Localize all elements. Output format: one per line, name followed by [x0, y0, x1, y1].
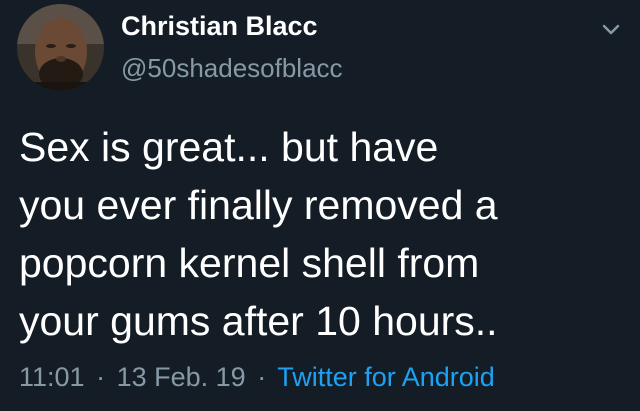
avatar[interactable] — [17, 4, 104, 91]
avatar-photo-icon — [17, 4, 104, 91]
tweet-card: Christian Blacc @50shadesofblacc Sex is … — [0, 0, 640, 411]
tweet-text-line: you ever finally removed a — [19, 182, 498, 228]
tweet-meta: 11:01 · 13 Feb. 19 · Twitter for Android — [19, 362, 495, 393]
tweet-source-link[interactable]: Twitter for Android — [277, 362, 495, 392]
tweet-menu-button[interactable] — [598, 17, 624, 43]
display-name[interactable]: Christian Blacc — [121, 11, 318, 42]
tweet-text-line: popcorn kernel shell from — [19, 240, 480, 286]
meta-separator: · — [96, 362, 106, 392]
tweet-text-line: your gums after 10 hours.. — [19, 298, 498, 344]
tweet-time[interactable]: 11:01 — [19, 362, 85, 392]
meta-separator: · — [257, 362, 267, 392]
chevron-down-icon — [602, 24, 620, 35]
tweet-text: Sex is great... but have you ever finall… — [19, 118, 629, 350]
tweet-text-line: Sex is great... but have — [19, 124, 439, 170]
tweet-date[interactable]: 13 Feb. 19 — [117, 362, 246, 392]
user-handle[interactable]: @50shadesofblacc — [121, 53, 343, 84]
